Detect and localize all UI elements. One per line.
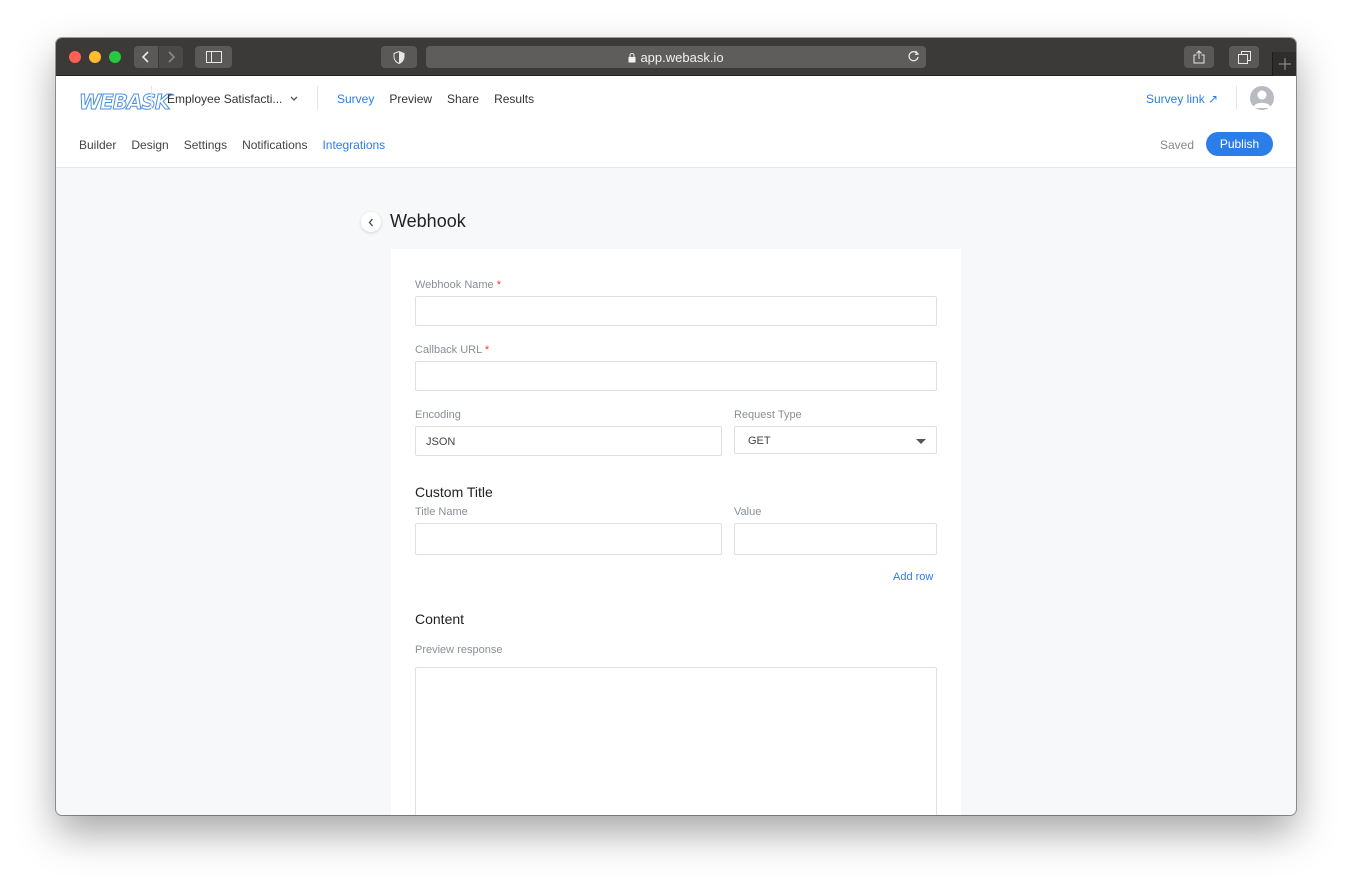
top-nav: Survey Preview Share Results xyxy=(337,92,534,106)
page-title: Webhook xyxy=(390,211,466,231)
close-window-button[interactable] xyxy=(69,51,81,63)
required-mark: * xyxy=(496,279,502,291)
subtab-integrations[interactable]: Integrations xyxy=(322,138,385,152)
custom-title-heading: Custom Title xyxy=(415,484,493,500)
chevron-right-icon xyxy=(168,51,176,63)
add-row-button[interactable]: Add row xyxy=(893,571,933,583)
request-type-select[interactable]: GET xyxy=(734,426,937,454)
title-name-input[interactable] xyxy=(415,523,722,555)
value-input[interactable] xyxy=(734,523,937,555)
sidebar-icon xyxy=(205,51,222,63)
save-status: Saved xyxy=(1160,138,1195,152)
request-type-value: GET xyxy=(748,435,771,447)
reload-icon[interactable] xyxy=(907,50,920,63)
share-icon xyxy=(1193,50,1205,64)
chevron-down-icon xyxy=(290,96,298,101)
new-tab-button[interactable] xyxy=(1272,52,1296,76)
survey-selector[interactable]: Employee Satisfacti... xyxy=(167,92,298,106)
required-mark: * xyxy=(484,344,490,356)
privacy-report-button[interactable] xyxy=(381,46,417,68)
title-name-label: Title Name xyxy=(415,506,468,518)
chevron-left-icon xyxy=(368,218,373,226)
divider xyxy=(151,86,152,110)
subtab-builder[interactable]: Builder xyxy=(79,138,116,152)
app-header: WEBASK Employee Satisfacti... Survey Pre… xyxy=(56,76,1296,168)
tabs-icon xyxy=(1237,50,1251,64)
share-button[interactable] xyxy=(1184,46,1214,68)
divider xyxy=(317,86,318,110)
chevron-left-icon xyxy=(141,51,149,63)
caret-down-icon xyxy=(916,439,926,444)
divider xyxy=(1236,86,1237,110)
plus-icon xyxy=(1278,58,1291,70)
url-text: app.webask.io xyxy=(640,50,724,65)
encoding-input[interactable]: JSON xyxy=(415,426,722,456)
survey-title: Employee Satisfacti... xyxy=(167,92,283,106)
callback-url-label: Callback URL * xyxy=(415,344,489,356)
avatar[interactable] xyxy=(1250,86,1274,110)
sidebar-toggle-button[interactable] xyxy=(195,46,232,68)
callback-url-label-text: Callback URL xyxy=(415,344,482,356)
survey-link[interactable]: Survey link ↗ xyxy=(1146,92,1218,106)
address-bar[interactable]: app.webask.io xyxy=(426,46,926,68)
callback-url-input[interactable] xyxy=(415,361,937,391)
webhook-name-input[interactable] xyxy=(415,296,937,326)
encoding-label: Encoding xyxy=(415,409,461,421)
subtab-notifications[interactable]: Notifications xyxy=(242,138,307,152)
preview-response-label: Preview response xyxy=(415,644,503,656)
value-label: Value xyxy=(734,506,762,518)
browser-toolbar: app.webask.io xyxy=(56,38,1296,76)
publish-button[interactable]: Publish xyxy=(1206,132,1273,156)
forward-button[interactable] xyxy=(159,46,183,68)
survey-link-label: Survey link ↗ xyxy=(1146,92,1219,106)
tab-share[interactable]: Share xyxy=(447,92,479,106)
back-button[interactable] xyxy=(134,46,158,68)
request-type-label: Request Type xyxy=(734,409,802,421)
lock-icon xyxy=(628,53,636,63)
webhook-name-label: Webhook Name * xyxy=(415,279,501,291)
webask-logo[interactable]: WEBASK xyxy=(78,90,170,115)
back-to-integrations-button[interactable] xyxy=(361,212,381,232)
shield-icon xyxy=(393,50,405,64)
encoding-value: JSON xyxy=(426,436,456,448)
tab-preview[interactable]: Preview xyxy=(389,92,432,106)
tab-results[interactable]: Results xyxy=(494,92,534,106)
minimize-window-button[interactable] xyxy=(89,51,101,63)
tab-survey[interactable]: Survey xyxy=(337,92,374,106)
address-text: app.webask.io xyxy=(426,50,926,65)
webhook-form: Webhook Name * Callback URL * Encoding J… xyxy=(391,249,961,815)
browser-window: app.webask.io WEBASK Employee Satisfacti… xyxy=(56,38,1296,815)
preview-response-textarea[interactable] xyxy=(415,667,937,815)
content-heading: Content xyxy=(415,611,465,627)
subtab-settings[interactable]: Settings xyxy=(184,138,227,152)
sub-nav: Builder Design Settings Notifications In… xyxy=(79,138,385,152)
webhook-name-label-text: Webhook Name xyxy=(415,279,494,291)
subtab-design[interactable]: Design xyxy=(131,138,168,152)
user-icon xyxy=(1253,90,1271,108)
tab-overview-button[interactable] xyxy=(1229,46,1259,68)
zoom-window-button[interactable] xyxy=(109,51,121,63)
